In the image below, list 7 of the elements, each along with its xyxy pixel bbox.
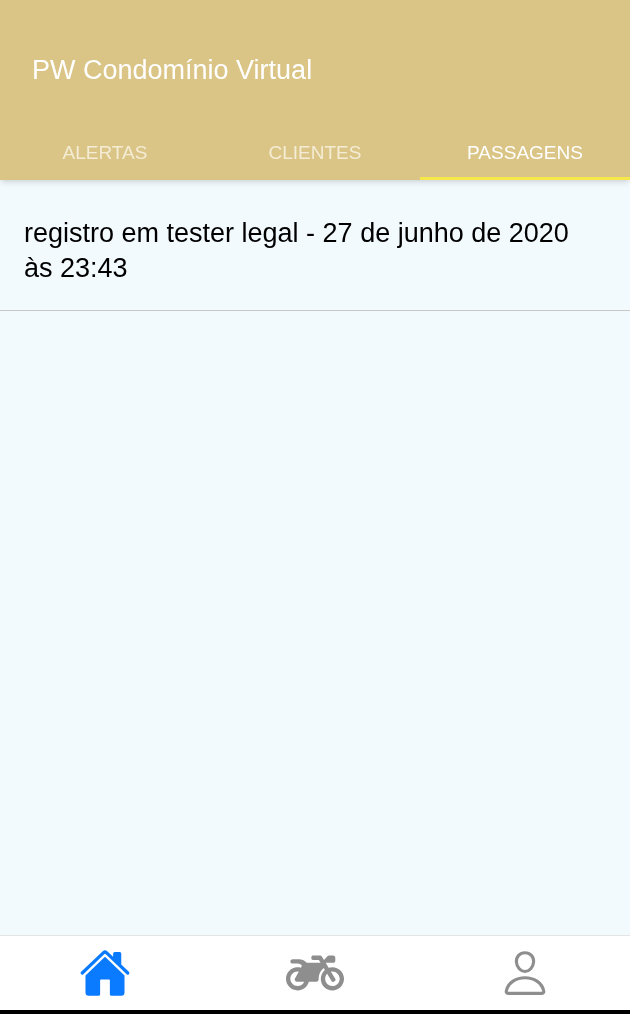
nav-button[interactable] xyxy=(79,947,131,999)
tab[interactable]: CLIENTES xyxy=(210,125,420,180)
tab[interactable]: ALERTAS xyxy=(0,125,210,180)
tab[interactable]: PASSAGENS xyxy=(420,125,630,180)
app-title: PW Condomínio Virtual xyxy=(32,54,313,88)
home-icon xyxy=(79,947,131,999)
entry-text[interactable]: registro em tester legal - 27 de junho de 2020 às 23:43 xyxy=(24,216,589,286)
